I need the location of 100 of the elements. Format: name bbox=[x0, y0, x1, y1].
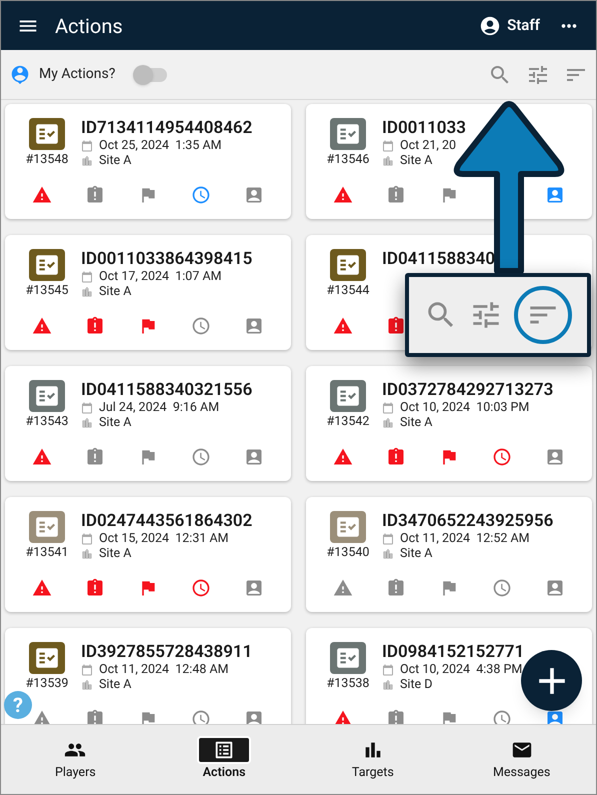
action-date: Oct 10, 2024 10:03 PM bbox=[400, 400, 530, 415]
page-title: Actions bbox=[55, 12, 123, 40]
calendar-icon bbox=[81, 532, 93, 544]
building-icon bbox=[81, 286, 93, 298]
action-id: ID0011033 bbox=[382, 118, 466, 138]
action-card[interactable]: #13538 ID0984152152771 Oct 10, 2024 4:38 PM Site D bbox=[306, 628, 592, 724]
action-site: Site A bbox=[400, 415, 432, 430]
person-badge-icon[interactable] bbox=[545, 709, 565, 724]
action-date: Oct 11, 2024 12:52 AM bbox=[400, 531, 530, 546]
clipboard-alert-icon[interactable] bbox=[386, 316, 406, 336]
action-number: #13541 bbox=[26, 546, 68, 560]
action-number: #13543 bbox=[26, 415, 68, 429]
warning-icon[interactable] bbox=[32, 185, 52, 205]
action-number: #13539 bbox=[26, 677, 68, 691]
action-id: ID0247443561864302 bbox=[81, 511, 252, 531]
clipboard-alert-icon[interactable] bbox=[85, 447, 105, 467]
warning-icon[interactable] bbox=[333, 185, 353, 205]
building-icon bbox=[382, 416, 394, 428]
action-number: #13538 bbox=[326, 677, 370, 691]
building-icon bbox=[382, 154, 394, 166]
action-date: Oct 11, 2024 12:48 AM bbox=[99, 662, 229, 677]
action-site: Site D bbox=[400, 677, 432, 692]
action-card[interactable]: #13545 ID0011033864398415 Oct 17, 2024 1:07 AM Site A bbox=[5, 235, 291, 350]
calendar-icon bbox=[382, 402, 394, 414]
action-card[interactable]: #13542 ID0372784292713273 Oct 10, 2024 10:03 PM Site A bbox=[306, 366, 592, 481]
action-number: #13542 bbox=[326, 415, 370, 429]
building-icon bbox=[382, 678, 394, 690]
calendar-icon bbox=[382, 140, 394, 152]
nav-tab[interactable]: Actions bbox=[150, 725, 298, 794]
action-id: ID0411588340 bbox=[382, 249, 496, 269]
clock-icon[interactable] bbox=[191, 447, 211, 467]
calendar-icon bbox=[81, 140, 93, 152]
user-name[interactable]: Staff bbox=[507, 14, 540, 37]
clock-icon[interactable] bbox=[191, 185, 211, 205]
action-id: ID3927855728438911 bbox=[81, 642, 252, 662]
action-date: Oct 21, 20 bbox=[400, 138, 456, 153]
calendar-icon bbox=[81, 402, 93, 414]
person-pin-icon bbox=[9, 64, 31, 86]
clipboard-alert-icon[interactable] bbox=[85, 709, 105, 724]
action-card[interactable]: #13548 ID7134114954408462 Oct 25, 2024 1:35 AM Site A bbox=[5, 104, 291, 219]
warning-icon[interactable] bbox=[333, 578, 353, 598]
action-date: Oct 25, 2024 1:35 AM bbox=[99, 138, 222, 153]
calendar-icon bbox=[81, 664, 93, 676]
clipboard-alert-icon[interactable] bbox=[85, 578, 105, 598]
action-number: #13546 bbox=[326, 153, 370, 167]
my-actions-label: My Actions? bbox=[39, 65, 116, 84]
action-id: ID3470652243925956 bbox=[382, 511, 554, 531]
nav-tab[interactable]: Messages bbox=[447, 725, 596, 794]
action-card[interactable]: #13541 ID0247443561864302 Oct 15, 2024 12:31 AM Site A bbox=[5, 497, 291, 612]
action-site: Site A bbox=[99, 153, 132, 168]
clipboard-alert-icon[interactable] bbox=[386, 578, 406, 598]
clock-icon[interactable] bbox=[492, 578, 512, 598]
my-actions-toggle[interactable] bbox=[135, 68, 168, 82]
action-id: ID0372784292713273 bbox=[382, 380, 554, 400]
clock-icon[interactable] bbox=[191, 316, 211, 336]
action-number: #13545 bbox=[26, 284, 68, 298]
warning-icon[interactable] bbox=[32, 316, 52, 336]
action-date: Oct 15, 2024 12:31 AM bbox=[99, 531, 229, 546]
action-site: Site A bbox=[400, 153, 432, 168]
action-id: ID7134114954408462 bbox=[81, 118, 252, 138]
action-site: Site A bbox=[99, 415, 132, 430]
calendar-icon bbox=[81, 270, 93, 282]
action-site: Site A bbox=[99, 677, 132, 692]
clock-icon[interactable] bbox=[492, 447, 512, 467]
action-number: #13548 bbox=[26, 153, 68, 167]
action-site: Site A bbox=[400, 546, 432, 561]
action-card[interactable]: #13543 ID0411588340321556 Jul 24, 2024 9:16 AM Site A bbox=[5, 366, 291, 481]
warning-icon[interactable] bbox=[32, 447, 52, 467]
building-icon bbox=[81, 154, 93, 166]
action-id: ID0411588340321556 bbox=[81, 380, 252, 400]
list-icon bbox=[213, 739, 236, 762]
nav-tab[interactable]: Players bbox=[1, 725, 150, 794]
clipboard-alert-icon[interactable] bbox=[386, 447, 406, 467]
warning-icon[interactable] bbox=[333, 447, 353, 467]
building-icon bbox=[81, 678, 93, 690]
calendar-icon bbox=[382, 532, 394, 544]
action-date: Oct 17, 2024 1:07 AM bbox=[99, 269, 222, 284]
clock-icon[interactable] bbox=[191, 709, 211, 724]
clipboard-alert-icon[interactable] bbox=[386, 709, 406, 724]
action-card[interactable]: #13540 ID3470652243925956 Oct 11, 2024 12:52 AM Site A bbox=[306, 497, 592, 612]
building-icon bbox=[382, 548, 394, 560]
account-icon[interactable] bbox=[479, 14, 502, 36]
warning-icon[interactable] bbox=[333, 316, 353, 336]
action-date: Jul 24, 2024 9:16 AM bbox=[99, 400, 220, 415]
action-number: #13540 bbox=[326, 546, 370, 560]
nav-tab[interactable]: Targets bbox=[298, 725, 448, 794]
clipboard-alert-icon[interactable] bbox=[85, 185, 105, 205]
building-icon bbox=[81, 548, 93, 560]
calendar-icon bbox=[382, 664, 394, 676]
clock-icon[interactable] bbox=[191, 578, 211, 598]
action-site: Site A bbox=[99, 284, 132, 299]
warning-icon[interactable] bbox=[32, 578, 52, 598]
action-date: Oct 10, 2024 4:38 PM bbox=[400, 662, 522, 677]
clock-icon[interactable] bbox=[492, 709, 512, 724]
clipboard-alert-icon[interactable] bbox=[386, 185, 406, 205]
action-number: #13544 bbox=[326, 284, 370, 298]
action-id: ID0011033864398415 bbox=[81, 249, 252, 269]
action-id: ID0984152152771 bbox=[382, 642, 524, 662]
building-icon bbox=[81, 416, 93, 428]
clipboard-alert-icon[interactable] bbox=[85, 316, 105, 336]
